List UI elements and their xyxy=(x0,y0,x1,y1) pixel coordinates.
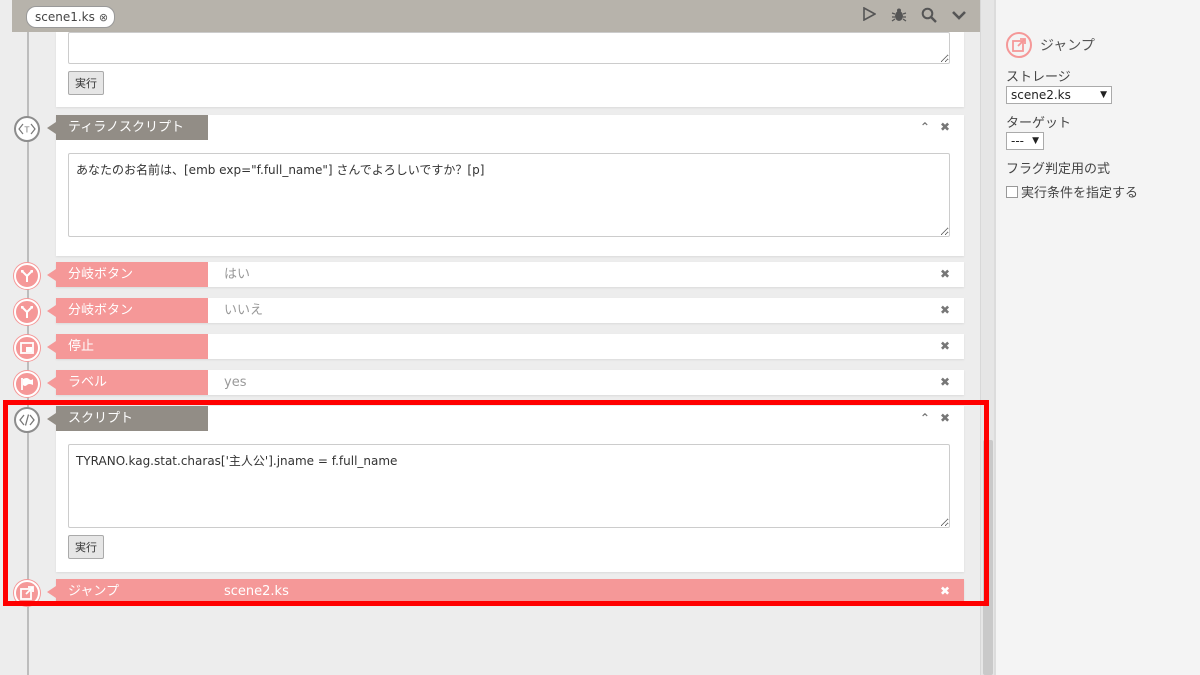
code-icon xyxy=(14,407,40,433)
close-icon[interactable]: ✖ xyxy=(940,406,950,431)
jump-icon xyxy=(1006,32,1032,58)
chevron-down-icon[interactable] xyxy=(950,7,968,27)
condition-checkbox[interactable] xyxy=(1006,185,1018,198)
storage-label: ストレージ xyxy=(1006,70,1071,85)
block-top-partial: 実行 xyxy=(56,32,964,107)
tyrano-script-icon: T xyxy=(14,116,40,142)
scenario-editor: scene1.ks ⊗ 実行 T ティラノスクリプト ⌃ ✖ あなたのお名前は、… xyxy=(0,0,980,675)
top-run-button[interactable]: 実行 xyxy=(68,71,104,95)
script-tag[interactable]: スクリプト xyxy=(47,406,208,431)
storage-value: scene2.ks xyxy=(1011,88,1071,102)
target-select[interactable]: --- ▼ xyxy=(1006,132,1044,150)
condition-checkbox-row[interactable]: 実行条件を指定する xyxy=(1006,182,1138,201)
script-textarea[interactable]: TYRANO.kag.stat.charas['主人公'].jname = f.… xyxy=(68,444,950,528)
branch-icon xyxy=(14,299,40,325)
label-value: yes xyxy=(224,375,247,390)
dropdown-arrow-icon: ▼ xyxy=(1100,90,1107,100)
collapse-icon[interactable]: ⌃ xyxy=(920,406,930,431)
branch-button-tag[interactable]: 分岐ボタン xyxy=(47,298,208,323)
branch-button-tag[interactable]: 分岐ボタン xyxy=(47,262,208,287)
condition-label: 実行条件を指定する xyxy=(1021,186,1139,201)
block-stop[interactable]: 停止 ✖ xyxy=(47,334,964,359)
close-icon[interactable]: ✖ xyxy=(940,579,950,604)
storage-select[interactable]: scene2.ks ▼ xyxy=(1006,86,1112,104)
script-run-button[interactable]: 実行 xyxy=(68,535,104,559)
block-jump[interactable]: ジャンプ scene2.ks ✖ xyxy=(47,579,964,604)
tab-scene1[interactable]: scene1.ks ⊗ xyxy=(26,6,116,28)
branch-button-value: いいえ xyxy=(224,303,264,318)
tyrano-script-tag[interactable]: ティラノスクリプト xyxy=(47,115,208,140)
label-tag[interactable]: ラベル xyxy=(47,370,208,395)
close-icon[interactable]: ✖ xyxy=(940,334,950,359)
block-tyrano-script: ティラノスクリプト ⌃ ✖ あなたのお名前は、[emb exp="f.full_… xyxy=(47,115,964,256)
tyrano-script-textarea[interactable]: あなたのお名前は、[emb exp="f.full_name"] さんでよろしい… xyxy=(68,153,950,237)
target-label: ターゲット xyxy=(1006,116,1072,131)
collapse-icon[interactable]: ⌃ xyxy=(920,115,930,140)
branch-button-value: はい xyxy=(224,267,251,282)
scrollbar-thumb[interactable] xyxy=(983,440,993,675)
jump-value: scene2.ks xyxy=(224,584,289,599)
editor-toolbar: scene1.ks ⊗ xyxy=(12,0,980,32)
stop-tag[interactable]: 停止 xyxy=(47,334,208,359)
tab-label: scene1.ks xyxy=(35,10,95,24)
property-panel: ジャンプ ストレージ scene2.ks ▼ ターゲット --- ▼ フラグ判定… xyxy=(996,0,1200,675)
search-icon[interactable] xyxy=(920,7,938,27)
branch-icon xyxy=(14,263,40,289)
target-value: --- xyxy=(1011,134,1024,148)
block-label[interactable]: ラベル yes ✖ xyxy=(47,370,964,395)
svg-text:T: T xyxy=(24,126,30,135)
close-icon[interactable]: ✖ xyxy=(940,262,950,287)
stop-icon xyxy=(14,335,40,361)
play-icon[interactable] xyxy=(860,6,878,27)
flag-expression-label: フラグ判定用の式 xyxy=(1006,162,1111,177)
close-icon[interactable]: ✖ xyxy=(940,298,950,323)
editor-scrollbar[interactable] xyxy=(980,0,995,675)
panel-header: ジャンプ xyxy=(1006,32,1095,58)
tab-close-icon[interactable]: ⊗ xyxy=(99,11,108,24)
flag-icon xyxy=(14,371,40,397)
close-icon[interactable]: ✖ xyxy=(940,115,950,140)
block-script: スクリプト ⌃ ✖ TYRANO.kag.stat.charas['主人公'].… xyxy=(47,406,964,572)
panel-title: ジャンプ xyxy=(1040,38,1095,54)
jump-tag[interactable]: ジャンプ xyxy=(47,579,208,604)
dropdown-arrow-icon: ▼ xyxy=(1032,136,1039,146)
jump-icon xyxy=(14,580,40,606)
close-icon[interactable]: ✖ xyxy=(940,370,950,395)
debug-bug-icon[interactable] xyxy=(890,7,908,27)
block-branch-button-1[interactable]: 分岐ボタン はい ✖ xyxy=(47,262,964,287)
top-script-textarea[interactable] xyxy=(68,32,950,64)
block-branch-button-2[interactable]: 分岐ボタン いいえ ✖ xyxy=(47,298,964,323)
